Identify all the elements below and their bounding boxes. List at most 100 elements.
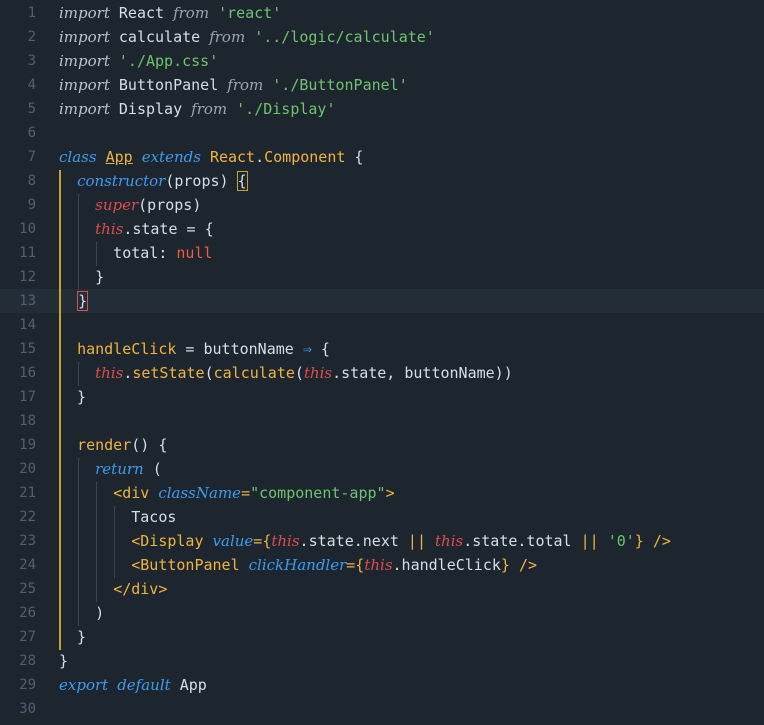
- code-token: from: [227, 76, 264, 94]
- code-token: default: [117, 676, 171, 694]
- code-token: (: [294, 364, 304, 382]
- code-line[interactable]: 16 this.setState(calculate(this.state, b…: [0, 361, 764, 385]
- code-token: </: [113, 580, 132, 598]
- code-token: '0': [607, 532, 635, 550]
- line-number: 5: [27, 101, 36, 117]
- code-token: "component-app": [250, 484, 386, 502]
- code-line[interactable]: 2 import calculate from '../logic/calcula…: [0, 25, 764, 49]
- code-token: this: [364, 556, 393, 574]
- code-token: (: [204, 364, 214, 382]
- code-token: >: [158, 580, 168, 598]
- code-token: import: [59, 4, 110, 22]
- code-line[interactable]: 17 }: [0, 385, 764, 409]
- code-token: './Display': [236, 100, 336, 118]
- code-token: return: [95, 460, 144, 478]
- code-text: export default App: [59, 673, 207, 697]
- code-text: class App extends React.Component {: [59, 145, 363, 169]
- code-line[interactable]: 13 }: [0, 289, 764, 313]
- code-text: import './App.css': [59, 49, 218, 73]
- line-number: 8: [27, 173, 36, 189]
- code-token: calculate: [213, 364, 295, 382]
- code-line[interactable]: 11 total: null: [0, 241, 764, 265]
- code-token: this: [95, 220, 124, 238]
- code-text: return (: [59, 457, 162, 481]
- code-token: ButtonPanel: [140, 556, 240, 574]
- code-text: </div>: [59, 577, 167, 601]
- code-text: super(props): [59, 193, 201, 217]
- code-token: ||: [580, 532, 599, 550]
- code-token: .state, buttonName)): [332, 364, 513, 382]
- code-line[interactable]: 10 this.state = {: [0, 217, 764, 241]
- code-token: value: [212, 532, 254, 550]
- line-number: 9: [27, 197, 36, 213]
- code-token: =: [241, 484, 251, 502]
- code-text: <div className="component-app">: [59, 481, 394, 505]
- code-line[interactable]: 15 handleClick = buttonName ⇒ {: [0, 337, 764, 361]
- code-text: this.state = {: [59, 217, 214, 241]
- line-number: 19: [19, 437, 36, 453]
- code-token: }: [77, 291, 89, 311]
- line-number: 2: [27, 29, 36, 45]
- code-line[interactable]: 19 render() {: [0, 433, 764, 457]
- code-line[interactable]: 27 }: [0, 625, 764, 649]
- code-text: this.setState(calculate(this.state, butt…: [59, 361, 513, 385]
- line-number: 30: [19, 701, 36, 717]
- code-token: export: [59, 676, 109, 694]
- code-line[interactable]: 14: [0, 313, 764, 337]
- code-text: }: [59, 625, 86, 649]
- code-line[interactable]: 18: [0, 409, 764, 433]
- line-number: 27: [19, 629, 36, 645]
- code-token: calculate: [109, 28, 210, 46]
- code-token: Display: [109, 100, 192, 118]
- code-line[interactable]: 1 import React from 'react': [0, 1, 764, 25]
- code-line[interactable]: 7 class App extends React.Component {: [0, 145, 764, 169]
- code-line[interactable]: 4 import ButtonPanel from './ButtonPanel': [0, 73, 764, 97]
- code-line[interactable]: 21 <div className="component-app">: [0, 481, 764, 505]
- code-token: />: [518, 556, 538, 574]
- code-line[interactable]: 28}: [0, 649, 764, 673]
- code-text: <Display value={this.state.next || this.…: [59, 529, 671, 553]
- code-token: React: [209, 148, 256, 166]
- code-token: Component: [264, 148, 346, 166]
- code-token: (props): [138, 196, 202, 214]
- line-number: 7: [27, 149, 36, 165]
- line-number: 29: [19, 677, 36, 693]
- code-token: super: [95, 196, 139, 214]
- code-token: {: [345, 148, 364, 166]
- code-token: total:: [59, 244, 177, 262]
- indent-guide-return: [96, 482, 97, 602]
- code-token: .state = {: [123, 220, 214, 238]
- code-line[interactable]: 20 return (: [0, 457, 764, 481]
- code-line[interactable]: 26 ): [0, 601, 764, 625]
- line-number: 28: [19, 653, 36, 669]
- line-number: 16: [19, 365, 36, 381]
- code-line[interactable]: 5 import Display from './Display': [0, 97, 764, 121]
- code-token: />: [652, 532, 671, 550]
- code-token: div: [122, 484, 150, 502]
- line-number: 18: [19, 413, 36, 429]
- code-line[interactable]: 9 super(props): [0, 193, 764, 217]
- code-token: (: [143, 460, 162, 478]
- code-text: ): [59, 601, 104, 625]
- code-line[interactable]: 12 }: [0, 265, 764, 289]
- code-text: total: null: [59, 241, 212, 265]
- line-number: 22: [19, 509, 36, 525]
- code-line[interactable]: 8 constructor(props) {: [0, 169, 764, 193]
- code-line[interactable]: 25 </div>: [0, 577, 764, 601]
- code-editor[interactable]: 30 29 export default App 28} 27 } 26 ) 25 </di…: [0, 0, 764, 725]
- code-token: }: [59, 268, 105, 286]
- code-line[interactable]: 29 export default App: [0, 673, 764, 697]
- line-number: 12: [19, 269, 36, 285]
- code-line[interactable]: 30: [0, 697, 764, 721]
- line-number: 4: [27, 77, 36, 93]
- code-token: './ButtonPanel': [272, 76, 408, 94]
- code-line[interactable]: 6: [0, 121, 764, 145]
- code-line[interactable]: 3 import './App.css': [0, 49, 764, 73]
- code-token: this: [95, 364, 124, 382]
